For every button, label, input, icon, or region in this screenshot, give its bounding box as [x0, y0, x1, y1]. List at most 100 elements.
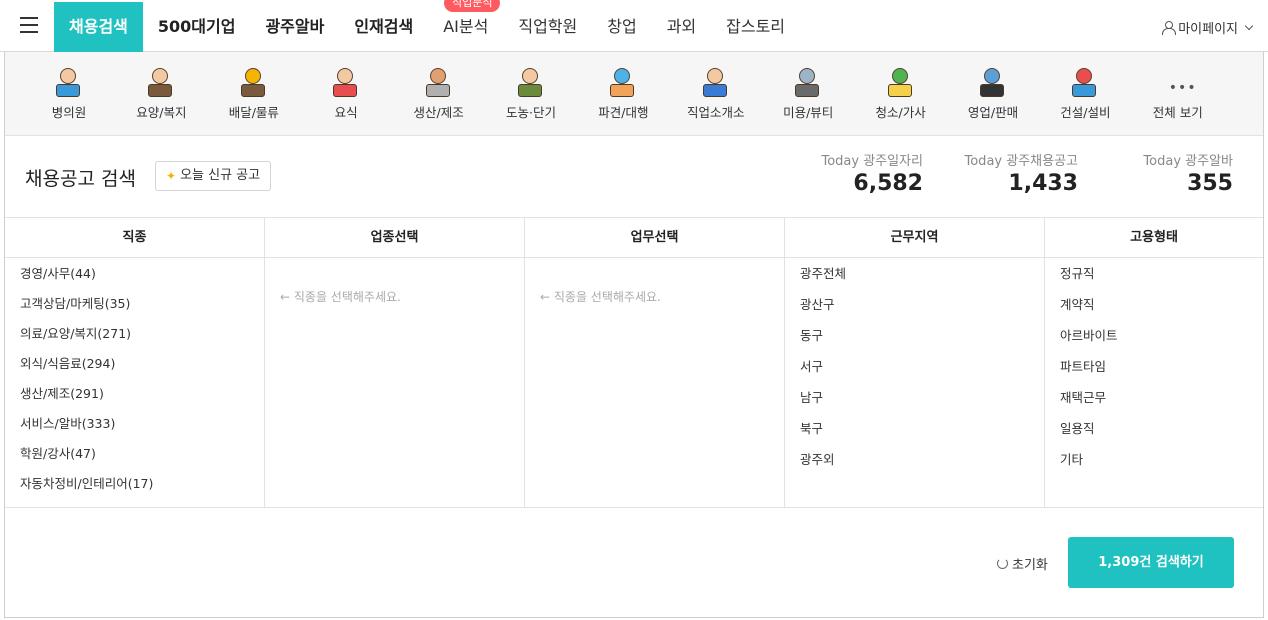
refresh-icon — [997, 558, 1008, 569]
nav-item[interactable]: 광주알바 — [250, 2, 339, 52]
employment-item[interactable]: 정규직 — [1060, 264, 1263, 295]
region-item[interactable]: 동구 — [800, 326, 1044, 357]
hamburger-menu-icon[interactable] — [20, 17, 38, 33]
beauty-icon — [790, 66, 826, 98]
category-label: 생산/제조 — [413, 105, 464, 120]
stat-postings: Today 광주채용공고 1,433 — [945, 150, 1079, 196]
category-more[interactable]: ••• 전체 보기 — [1130, 66, 1226, 121]
search-panel: 병의원 요양/복지 배달/물류 요식 생산/제조 도농·단기 파견/대행 직업소개소 미용/뷰티… — [4, 52, 1264, 618]
filter-column-job: 직종 경영/사무(44) 고객상담/마케팅(35) 의료/요양/복지(271) 외식/… — [5, 218, 265, 508]
nav-badge: 직업분석 — [444, 0, 501, 12]
region-item[interactable]: 광주전체 — [800, 264, 1044, 295]
stat-value: 1,433 — [1008, 171, 1078, 196]
main-nav: 채용검색 500대기업 광주알바 인재검색 AI분석 직업학원 창업 과외 잡스토리 — [54, 2, 800, 52]
reset-label: 초기화 — [1012, 558, 1048, 573]
doctor-icon — [51, 66, 87, 98]
filter-column-industry: 업종선택 ← 직종을 선택해주세요. — [265, 218, 525, 508]
construction-icon — [1067, 66, 1103, 98]
sales-icon — [975, 66, 1011, 98]
person-icon — [1162, 21, 1177, 35]
employment-item[interactable]: 재택근무 — [1060, 388, 1263, 419]
stat-parttime: Today 광주알바 355 — [1115, 150, 1233, 196]
chef-icon — [328, 66, 364, 98]
stat-label: Today 광주일자리 — [821, 154, 923, 169]
mypage-label: 마이페이지 — [1178, 22, 1238, 37]
job-item[interactable]: 의료/요양/복지(271) — [20, 324, 264, 354]
category-label: 청소/가사 — [875, 105, 926, 120]
category-delivery[interactable]: 배달/물류 — [206, 66, 302, 121]
column-header: 업무선택 — [525, 218, 784, 258]
job-item[interactable]: 학원/강사(47) — [20, 444, 264, 474]
category-label: 배달/물류 — [228, 105, 279, 120]
chevron-down-icon — [1244, 21, 1254, 30]
search-header: 채용공고 검색 ✦ 오늘 신규 공고 Today 광주일자리 6,582 Tod… — [5, 136, 1263, 218]
region-item[interactable]: 서구 — [800, 357, 1044, 388]
job-item[interactable]: 외식/식음료(294) — [20, 354, 264, 384]
employment-item[interactable]: 파트타임 — [1060, 357, 1263, 388]
filter-column-task: 업무선택 ← 직종을 선택해주세요. — [525, 218, 785, 508]
nav-item[interactable]: 채용검색 — [54, 2, 143, 52]
region-item[interactable]: 북구 — [800, 419, 1044, 450]
stat-label: Today 광주알바 — [1143, 154, 1233, 169]
category-label: 파견/대행 — [598, 105, 649, 120]
industry-hint: ← 직종을 선택해주세요. — [280, 290, 401, 304]
job-item[interactable]: 자동차정비/인테리어(17) — [20, 474, 264, 504]
today-new-jobs-label: 오늘 신규 공고 — [180, 168, 261, 183]
nav-item[interactable]: 창업 — [592, 2, 651, 52]
category-handshake[interactable]: 파견/대행 — [575, 66, 671, 121]
employment-item[interactable]: 기타 — [1060, 450, 1263, 481]
job-list: 경영/사무(44) 고객상담/마케팅(35) 의료/요양/복지(271) 외식/식음료… — [5, 258, 264, 504]
category-factory[interactable]: 생산/제조 — [391, 66, 487, 121]
farmer-icon — [513, 66, 549, 98]
category-doctor[interactable]: 병의원 — [21, 66, 117, 121]
job-item[interactable]: 생산/제조(291) — [20, 384, 264, 414]
nav-item[interactable]: 직업학원 — [503, 2, 592, 52]
nav-item[interactable]: 인재검색 — [339, 2, 428, 52]
nav-item[interactable]: 잡스토리 — [711, 2, 800, 52]
category-label: 건설/설비 — [1060, 105, 1111, 120]
job-item[interactable]: 고객상담/마케팅(35) — [20, 294, 264, 324]
region-item[interactable]: 광산구 — [800, 295, 1044, 326]
top-navigation: 채용검색 500대기업 광주알바 인재검색 AI분석 직업학원 창업 과외 잡스토리 직업분석 … — [0, 0, 1268, 52]
category-cleaning[interactable]: 청소/가사 — [853, 66, 949, 121]
region-list: 광주전체 광산구 동구 서구 남구 북구 광주외 — [785, 258, 1044, 481]
nav-item[interactable]: 500대기업 — [143, 2, 251, 52]
job-item[interactable]: 경영/사무(44) — [20, 264, 264, 294]
category-caregiver[interactable]: 요양/복지 — [113, 66, 209, 121]
agency-icon — [698, 66, 734, 98]
region-item[interactable]: 남구 — [800, 388, 1044, 419]
nav-item[interactable]: 과외 — [652, 2, 711, 52]
filter-column-region: 근무지역 광주전체 광산구 동구 서구 남구 북구 광주외 — [785, 218, 1045, 508]
search-button[interactable]: 1,309건 검색하기 — [1068, 537, 1234, 588]
category-label: 요양/복지 — [136, 105, 187, 120]
stat-value: 6,582 — [853, 171, 923, 196]
category-sales[interactable]: 영업/판매 — [945, 66, 1041, 121]
today-new-jobs-button[interactable]: ✦ 오늘 신규 공고 — [155, 161, 272, 191]
column-header: 근무지역 — [785, 218, 1044, 258]
category-beauty[interactable]: 미용/뷰티 — [760, 66, 856, 121]
sparkle-icon: ✦ — [166, 169, 177, 183]
employment-item[interactable]: 계약직 — [1060, 295, 1263, 326]
mypage-button[interactable]: 마이페이지 — [1162, 18, 1254, 37]
handshake-icon — [605, 66, 641, 98]
employment-item[interactable]: 일용직 — [1060, 419, 1263, 450]
caregiver-icon — [143, 66, 179, 98]
factory-icon — [421, 66, 457, 98]
reset-button[interactable]: 초기화 — [997, 554, 1048, 573]
employment-list: 정규직 계약직 아르바이트 파트타임 재택근무 일용직 기타 — [1045, 258, 1263, 481]
column-header: 고용형태 — [1045, 218, 1263, 258]
job-item[interactable]: 서비스/알바(333) — [20, 414, 264, 444]
category-label: 도농·단기 — [506, 105, 556, 120]
category-agency[interactable]: 직업소개소 — [668, 66, 764, 121]
category-construction[interactable]: 건설/설비 — [1037, 66, 1133, 121]
task-hint: ← 직종을 선택해주세요. — [540, 290, 661, 304]
category-farmer[interactable]: 도농·단기 — [483, 66, 579, 121]
employment-item[interactable]: 아르바이트 — [1060, 326, 1263, 357]
column-header: 직종 — [5, 218, 264, 258]
category-label: 직업소개소 — [687, 105, 745, 120]
category-chef[interactable]: 요식 — [298, 66, 394, 121]
filter-column-employment: 고용형태 정규직 계약직 아르바이트 파트타임 재택근무 일용직 기타 — [1045, 218, 1263, 508]
category-label: 병의원 — [51, 105, 87, 120]
category-bar: 병의원 요양/복지 배달/물류 요식 생산/제조 도농·단기 파견/대행 직업소개소 미용/뷰티… — [5, 52, 1263, 136]
region-item[interactable]: 광주외 — [800, 450, 1044, 481]
